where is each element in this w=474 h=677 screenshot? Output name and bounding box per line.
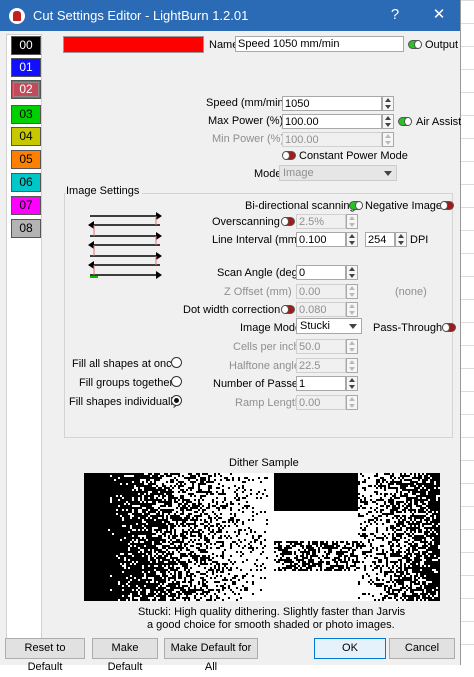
line-interval-spinner[interactable] <box>346 232 358 247</box>
dither-black-block <box>274 473 358 511</box>
fill-all-label: Fill all shapes at once <box>72 358 178 370</box>
fill-groups-radio[interactable] <box>171 376 182 387</box>
dither-sample-title: Dither Sample <box>229 457 299 469</box>
dpi-spinner[interactable] <box>395 232 407 247</box>
image-mode-select-value: Stucki <box>300 320 330 332</box>
chevron-down-icon <box>349 324 357 329</box>
layer-item-08[interactable]: 08 <box>11 219 41 238</box>
bidir-toggle[interactable] <box>349 201 363 210</box>
pass-through-toggle[interactable] <box>442 323 456 332</box>
overscan-label: Overscanning <box>212 216 280 228</box>
z-offset-input: 0.00 <box>296 284 346 299</box>
max-power-input[interactable]: 100.00 <box>282 114 382 129</box>
halftone-angle-spinner <box>346 358 358 373</box>
scan-angle-spinner[interactable] <box>346 265 358 280</box>
dpi-label: DPI <box>410 234 429 246</box>
speed-spinner[interactable] <box>382 96 394 111</box>
cancel-button[interactable]: Cancel <box>389 638 455 659</box>
min-power-input: 100.00 <box>282 132 382 147</box>
bidir-label: Bi-directional scanning <box>245 200 356 212</box>
constant-power-toggle[interactable] <box>282 151 296 160</box>
fill-groups-label: Fill groups together <box>79 377 174 389</box>
passes-label: Number of Passes <box>213 378 304 390</box>
layer-item-06[interactable]: 06 <box>11 173 41 192</box>
image-mode-label: Image Mode <box>240 322 302 334</box>
name-label: Name <box>209 39 239 51</box>
layer-item-03[interactable]: 03 <box>11 105 41 124</box>
layer-item-00[interactable]: 00 <box>11 36 41 55</box>
line-interval-label: Line Interval (mm) <box>212 234 301 246</box>
lightburn-logo-icon <box>9 8 25 24</box>
window-title: Cut Settings Editor - LightBurn 1.2.01 <box>33 8 249 23</box>
mode-select-value: Image <box>283 167 314 179</box>
fill-all-radio[interactable] <box>171 357 182 368</box>
dpi-input[interactable]: 254 <box>365 232 395 247</box>
ramp-length-spinner <box>346 395 358 410</box>
overscan-input: 2.5% <box>296 214 346 229</box>
fill-individual-radio[interactable] <box>171 395 182 406</box>
fill-individual-label: Fill shapes individually <box>69 396 179 408</box>
min-power-label: Min Power (%) <box>212 133 285 145</box>
cells-per-inch-input: 50.0 <box>296 339 346 354</box>
chevron-down-icon <box>384 171 392 176</box>
constant-power-label: Constant Power Mode <box>299 150 408 162</box>
z-offset-none-label: (none) <box>395 286 427 298</box>
name-input[interactable]: Speed 1050 mm/min <box>235 36 404 52</box>
min-power-spinner <box>382 132 394 147</box>
output-toggle[interactable] <box>408 40 422 49</box>
halftone-angle-label: Halftone angle <box>229 360 300 372</box>
cut-settings-window: Cut Settings Editor - LightBurn 1.2.01 ?… <box>0 0 462 673</box>
overscan-spinner <box>346 214 358 229</box>
dot-width-input: 0.080 <box>296 302 346 317</box>
ramp-length-input: 0.00 <box>296 395 346 410</box>
air-assist-label: Air Assist <box>416 116 462 128</box>
pass-through-label: Pass-Through <box>373 322 443 334</box>
speed-input[interactable]: 1050 <box>282 96 382 111</box>
layer-item-01[interactable]: 01 <box>11 58 41 77</box>
halftone-angle-input: 22.5 <box>296 358 346 373</box>
mode-label: Mode <box>254 168 282 180</box>
layer-item-02[interactable]: 02 <box>11 80 41 99</box>
z-offset-spinner <box>346 284 358 299</box>
speed-label: Speed (mm/min) <box>206 97 288 109</box>
dither-sample-image <box>84 473 440 601</box>
mode-select: Image <box>279 165 397 181</box>
scan-direction-diagram <box>88 212 162 279</box>
passes-input[interactable]: 1 <box>296 376 346 391</box>
max-power-label: Max Power (%) <box>208 115 284 127</box>
dot-width-toggle[interactable] <box>281 305 295 314</box>
image-settings-title: Image Settings <box>66 185 143 197</box>
air-assist-toggle[interactable] <box>398 117 412 126</box>
image-mode-select[interactable]: Stucki <box>296 318 362 334</box>
negative-image-label: Negative Image <box>365 200 443 212</box>
scan-angle-input[interactable]: 0 <box>296 265 346 280</box>
dot-width-spinner <box>346 302 358 317</box>
negative-image-toggle[interactable] <box>440 201 454 210</box>
make-default-button[interactable]: Make Default <box>92 638 158 673</box>
layer-color-swatch[interactable] <box>63 36 204 53</box>
dot-width-label: Dot width correction <box>183 304 281 316</box>
output-label: Output <box>425 39 459 51</box>
max-power-spinner[interactable] <box>382 114 394 129</box>
overscan-toggle[interactable] <box>281 217 295 226</box>
dither-description-line1: Stucki: High quality dithering. Slightly… <box>138 606 406 618</box>
scan-angle-label: Scan Angle (deg) <box>217 267 302 279</box>
ok-button[interactable]: OK <box>314 638 386 659</box>
title-bar: Cut Settings Editor - LightBurn 1.2.01 ?… <box>0 0 460 31</box>
layer-item-07[interactable]: 07 <box>11 196 41 215</box>
layer-item-04[interactable]: 04 <box>11 127 41 146</box>
reset-to-default-button[interactable]: Reset to Default <box>5 638 85 673</box>
close-button[interactable]: ✕ <box>424 5 454 25</box>
layer-item-05[interactable]: 05 <box>11 150 41 169</box>
layer-list: 00 01 02 03 04 05 06 07 08 <box>6 34 42 642</box>
cells-per-inch-spinner <box>346 339 358 354</box>
z-offset-label: Z Offset (mm) <box>224 286 292 298</box>
cells-per-inch-label: Cells per inch <box>233 341 300 353</box>
ramp-length-label: Ramp Length <box>235 397 302 409</box>
line-interval-input[interactable]: 0.100 <box>296 232 346 247</box>
passes-spinner[interactable] <box>346 376 358 391</box>
help-button[interactable]: ? <box>380 5 410 25</box>
make-default-for-all-button[interactable]: Make Default for All <box>164 638 258 673</box>
dither-description-line2: a good choice for smooth shaded or photo… <box>147 619 395 631</box>
